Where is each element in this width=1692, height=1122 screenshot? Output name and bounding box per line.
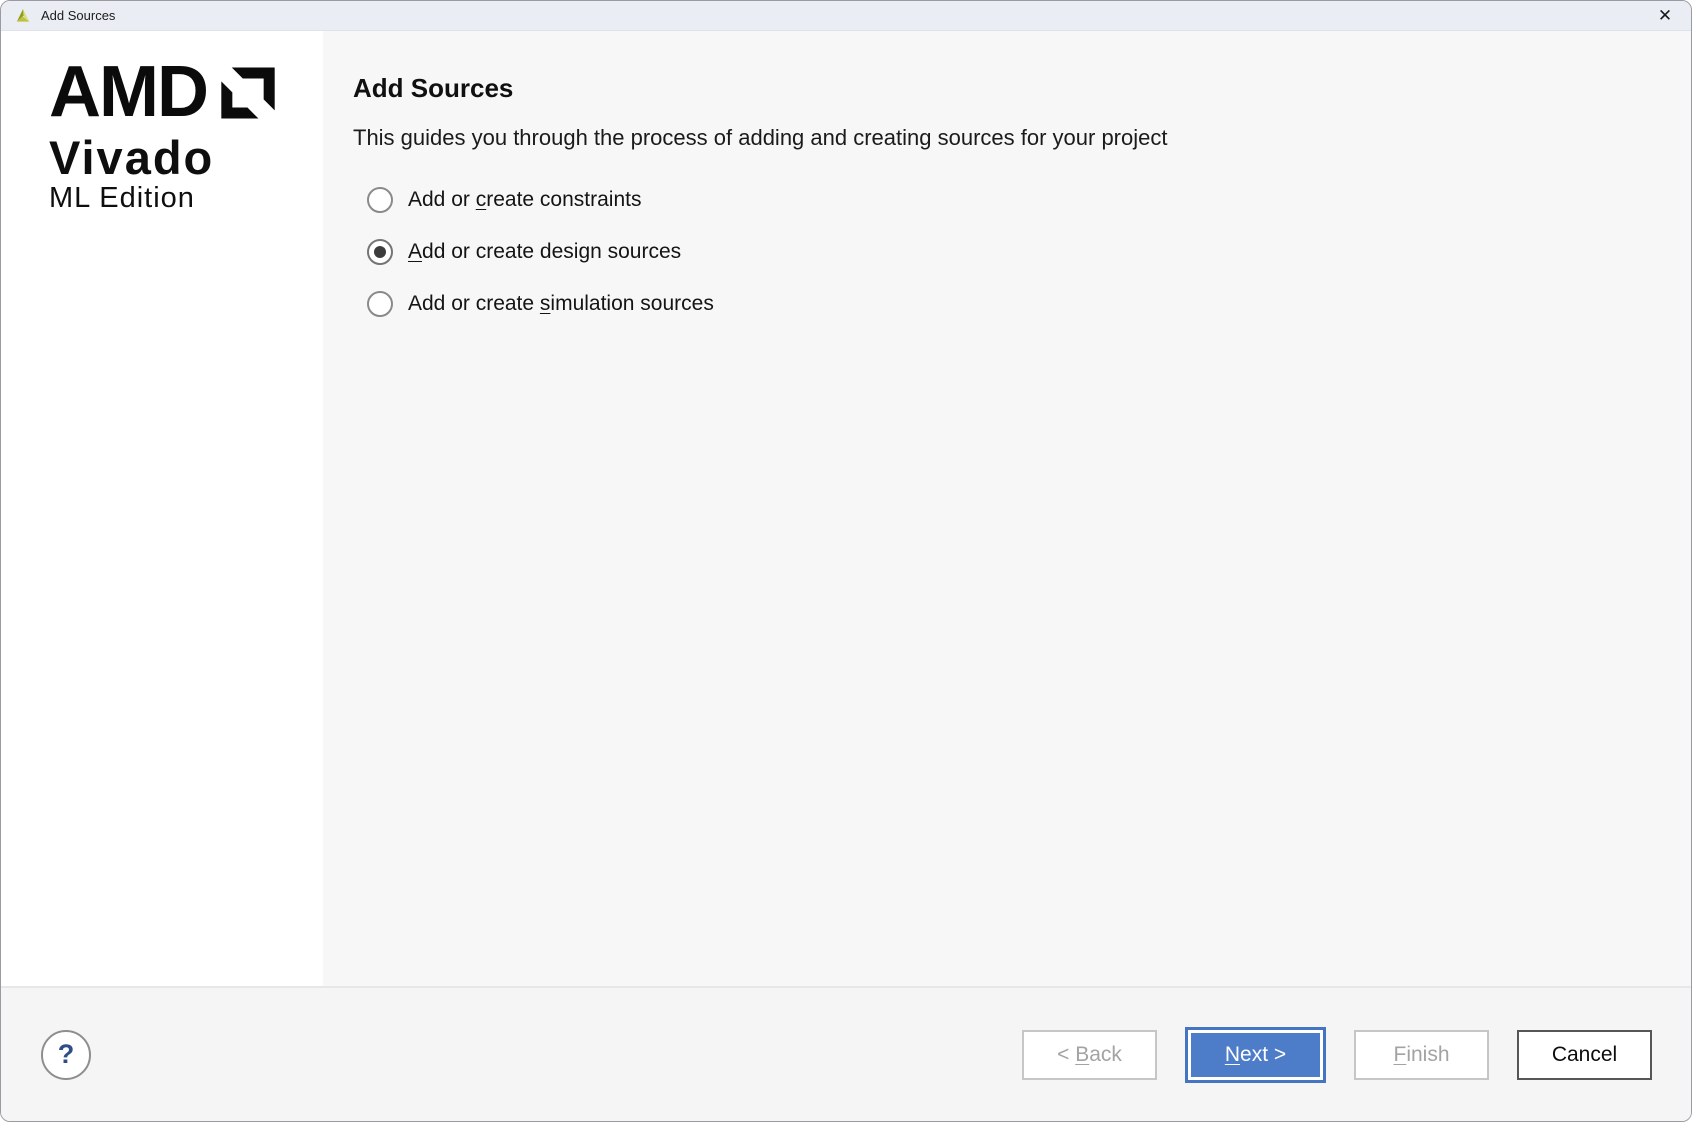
radio-label-design-sources: Add or create design sources bbox=[408, 239, 681, 265]
main-content: Add Sources This guides you through the … bbox=[323, 31, 1691, 986]
radio-label-constraints: Add or create constraints bbox=[408, 187, 641, 213]
finish-button[interactable]: Finish bbox=[1354, 1030, 1489, 1080]
finish-button-label: Finish bbox=[1393, 1043, 1449, 1067]
vivado-app-icon bbox=[14, 7, 32, 25]
amd-arrow-logo-icon bbox=[219, 64, 277, 122]
radio-circle-design-sources[interactable] bbox=[367, 239, 393, 265]
radio-option-simulation-sources[interactable]: Add or create simulation sources bbox=[353, 278, 1651, 330]
radio-circle-constraints[interactable] bbox=[367, 187, 393, 213]
cancel-button[interactable]: Cancel bbox=[1517, 1030, 1652, 1080]
add-sources-dialog: Add Sources ✕ AMD Vivado ML Edition Add … bbox=[0, 0, 1692, 1122]
wizard-buttons: < Back Next > Finish Cancel bbox=[1022, 1030, 1652, 1080]
dialog-body: AMD Vivado ML Edition Add Sources This g… bbox=[1, 31, 1691, 986]
cancel-button-label: Cancel bbox=[1552, 1043, 1617, 1067]
radio-option-design-sources[interactable]: Add or create design sources bbox=[353, 226, 1651, 278]
page-description: This guides you through the process of a… bbox=[353, 124, 1651, 152]
next-button[interactable]: Next > bbox=[1188, 1030, 1323, 1080]
help-button[interactable]: ? bbox=[41, 1030, 91, 1080]
radio-option-constraints[interactable]: Add or create constraints bbox=[353, 174, 1651, 226]
amd-logo-text: AMD bbox=[49, 63, 207, 121]
edition-name: ML Edition bbox=[49, 185, 323, 211]
back-button-label: < Back bbox=[1057, 1043, 1122, 1067]
source-type-options: Add or create constraints Add or create … bbox=[353, 174, 1651, 330]
next-button-label: Next > bbox=[1225, 1043, 1286, 1067]
brand-sidebar: AMD Vivado ML Edition bbox=[1, 31, 323, 986]
back-button[interactable]: < Back bbox=[1022, 1030, 1157, 1080]
window-title: Add Sources bbox=[41, 8, 115, 23]
button-bar: ? < Back Next > Finish Cancel bbox=[1, 986, 1691, 1121]
page-title: Add Sources bbox=[353, 73, 1651, 104]
brand-row: AMD bbox=[49, 63, 323, 122]
radio-label-simulation-sources: Add or create simulation sources bbox=[408, 291, 714, 317]
title-bar: Add Sources ✕ bbox=[1, 1, 1691, 31]
radio-circle-simulation-sources[interactable] bbox=[367, 291, 393, 317]
close-icon[interactable]: ✕ bbox=[1651, 3, 1679, 29]
product-name: Vivado bbox=[49, 138, 323, 178]
